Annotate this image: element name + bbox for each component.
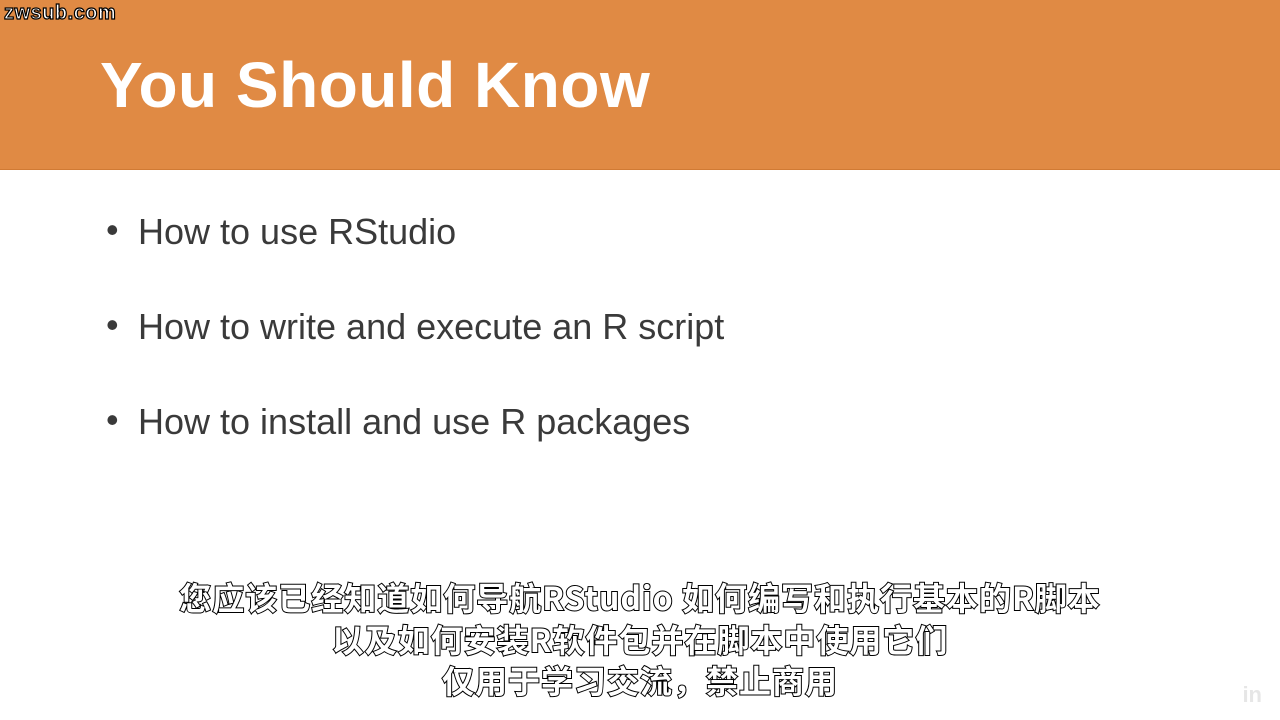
logo-in-box: in: [1238, 683, 1266, 707]
slide-header: You Should Know: [0, 0, 1280, 170]
list-item: How to install and use R packages: [130, 400, 1180, 443]
watermark-top-left: zwsub.com: [4, 2, 116, 25]
slide-content: How to use RStudio How to write and exec…: [0, 170, 1280, 444]
list-item: How to use RStudio: [130, 210, 1180, 253]
subtitle-line: 您应该已经知道如何导航RStudio 如何编写和执行基本的R脚本: [0, 577, 1280, 619]
logo-text: Linked: [1153, 679, 1237, 710]
linkedin-logo: Linkedin: [1153, 679, 1266, 710]
subtitle-overlay: 您应该已经知道如何导航RStudio 如何编写和执行基本的R脚本 以及如何安装R…: [0, 577, 1280, 702]
list-item: How to write and execute an R script: [130, 305, 1180, 348]
bullet-list: How to use RStudio How to write and exec…: [130, 210, 1180, 444]
subtitle-line: 仅用于学习交流，禁止商用: [0, 660, 1280, 702]
subtitle-line: 以及如何安装R软件包并在脚本中使用它们: [0, 619, 1280, 661]
slide-title: You Should Know: [100, 48, 650, 122]
